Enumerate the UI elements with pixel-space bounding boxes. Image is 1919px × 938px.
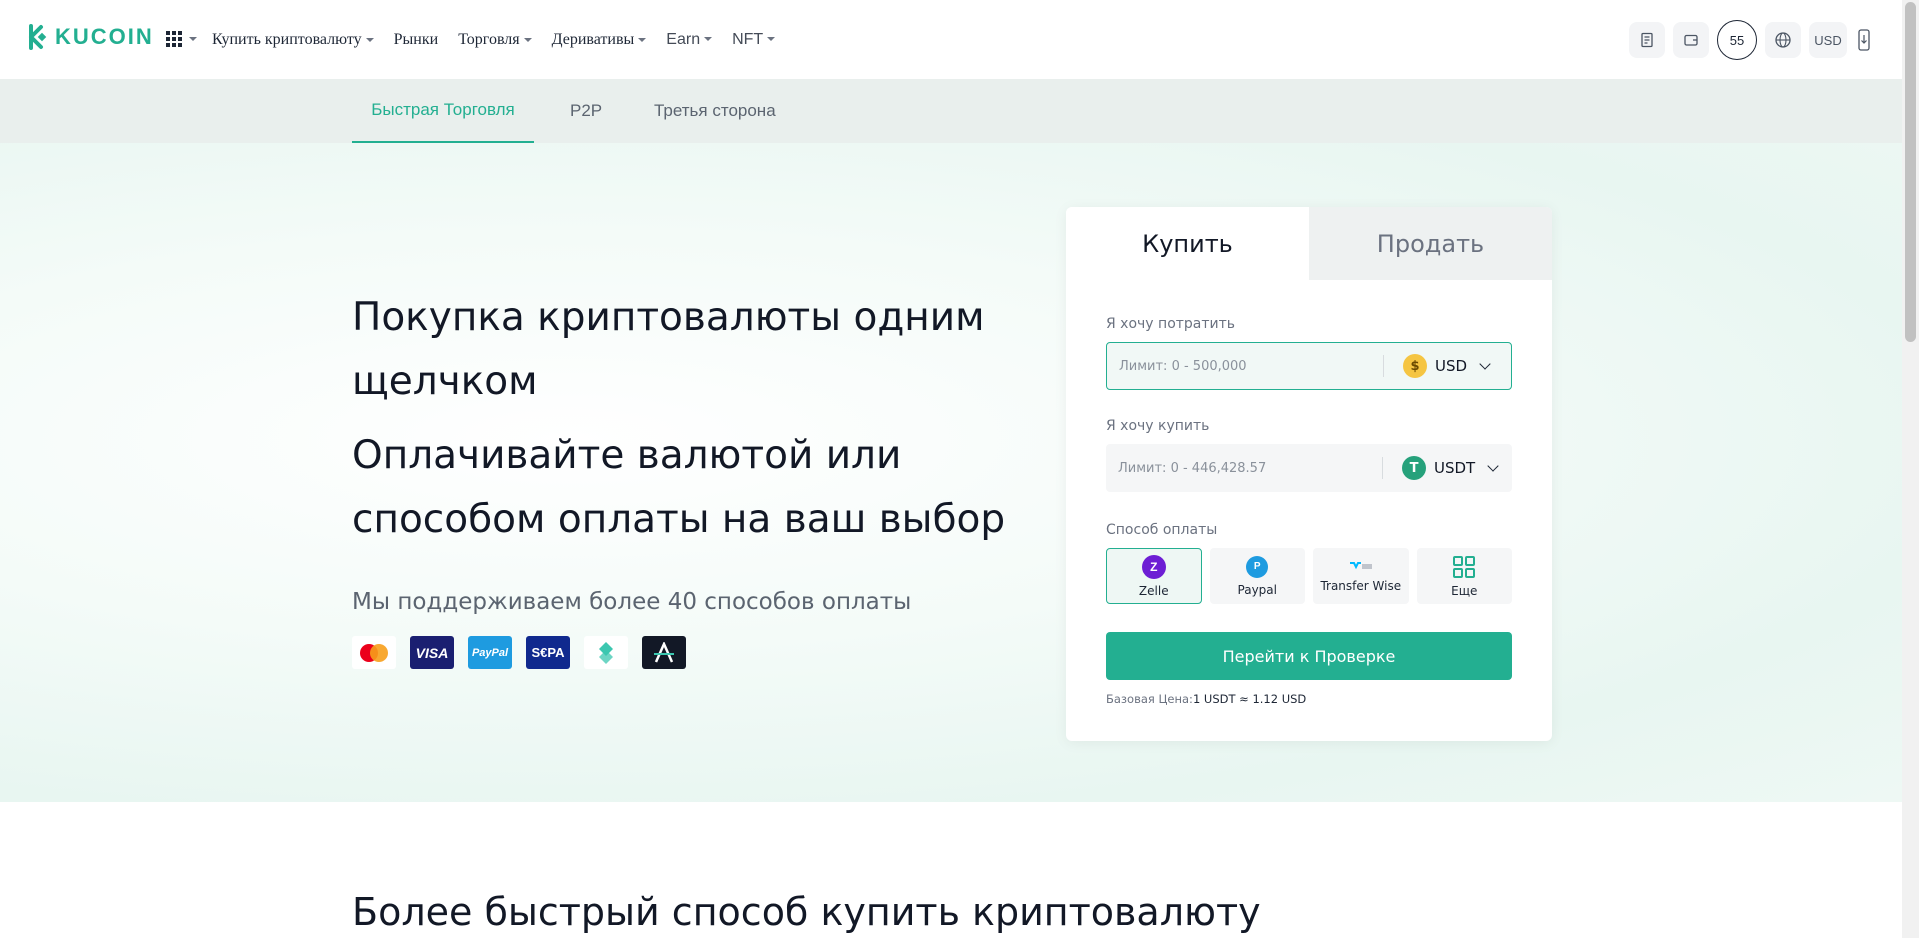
menu-earn[interactable]: Earn (666, 30, 713, 49)
menu-earn-label: Earn (666, 30, 701, 48)
grid-icon (166, 31, 182, 47)
payment-method-label: Еще (1451, 583, 1478, 598)
paypal-icon: P (1246, 555, 1269, 578)
tab-third-party[interactable]: Третья сторона (654, 79, 776, 143)
currency-button[interactable]: USD (1809, 22, 1847, 58)
payment-method-paypal[interactable]: P Paypal (1209, 548, 1306, 604)
notifications-badge[interactable]: 55 (1717, 20, 1757, 60)
section-title: Более быстрый способ купить криптовалюту (352, 890, 1261, 934)
payment-logos: VISA PayPal S€PA (352, 636, 686, 669)
document-icon (1641, 32, 1653, 48)
spend-amount-input[interactable] (1119, 358, 1379, 374)
field-divider (1383, 355, 1384, 377)
payment-methods: Z Zelle P Paypal Transfer Wise Еще (1106, 548, 1513, 604)
spend-currency-select[interactable]: $ USD (1403, 354, 1491, 378)
menu-derivatives-label: Деривативы (551, 30, 635, 48)
download-app-button[interactable] (1855, 22, 1873, 58)
menu-nft[interactable]: NFT (732, 30, 776, 49)
trade-form: Я хочу потратить $ USD Я хочу купить T U… (1106, 280, 1513, 706)
payment-method-transferwise[interactable]: Transfer Wise (1313, 548, 1409, 604)
base-price: Базовая Цена:1 USDT ≈ 1.12 USD (1106, 692, 1512, 706)
main-menu: Купить криптовалюту Рынки Торговля Дерив… (212, 0, 795, 79)
caret-down-icon (189, 37, 197, 41)
menu-markets[interactable]: Рынки (394, 31, 439, 49)
page-scrollbar[interactable] (1902, 0, 1919, 938)
support-suffix: способов оплаты (696, 589, 912, 615)
orders-button[interactable] (1629, 22, 1665, 58)
globe-icon (1775, 32, 1791, 48)
bitpay-icon (584, 636, 628, 669)
chevron-down-icon (1487, 460, 1499, 472)
tab-p2p[interactable]: P2P (570, 79, 602, 143)
proceed-to-checkout-button[interactable]: Перейти к Проверке (1106, 632, 1512, 680)
field-divider (1382, 457, 1383, 479)
wise-icon (1349, 561, 1372, 569)
kucoin-logo-icon (29, 24, 47, 50)
chevron-down-icon (1479, 358, 1491, 370)
kucoin-logo[interactable]: KUCOIN (23, 24, 154, 50)
tab-buy[interactable]: Купить (1066, 207, 1309, 280)
usd-coin-icon: $ (1403, 354, 1427, 378)
support-prefix: Мы поддерживаем более (352, 589, 668, 615)
advcash-icon (642, 636, 686, 669)
payment-method-label: Paypal (1237, 582, 1277, 597)
wallet-icon (1684, 34, 1698, 46)
spend-field: $ USD (1106, 342, 1512, 390)
tab-quick-trade[interactable]: Быстрая Торговля (352, 79, 534, 143)
support-count: 40 (667, 589, 697, 615)
caret-down-icon (365, 37, 374, 42)
sepa-icon: S€PA (526, 636, 570, 669)
caret-down-icon (638, 37, 647, 42)
menu-trade[interactable]: Торговля (458, 30, 532, 49)
menu-derivatives[interactable]: Деривативы (552, 31, 647, 49)
mastercard-icon (352, 636, 396, 669)
payment-method-more[interactable]: Еще (1416, 548, 1513, 604)
nav-right-actions: 55 USD (1629, 20, 1873, 60)
spend-label: Я хочу потратить (1106, 316, 1236, 332)
menu-buy-crypto-label: Купить криптовалюту (212, 30, 362, 48)
receive-label: Я хочу купить (1106, 418, 1210, 434)
base-price-label: Базовая Цена: (1106, 692, 1193, 706)
scrollbar-thumb[interactable] (1905, 2, 1916, 342)
menu-nft-label: NFT (732, 30, 764, 48)
caret-down-icon (767, 37, 776, 42)
payment-method-label: Способ оплаты (1106, 522, 1218, 538)
tab-sell[interactable]: Продать (1309, 207, 1552, 280)
download-icon (1858, 29, 1870, 51)
buy-sell-tabs: Купить Продать (1066, 207, 1552, 280)
visa-icon: VISA (410, 636, 454, 669)
spend-currency-label: USD (1435, 357, 1468, 375)
paypal-icon: PayPal (468, 636, 512, 669)
hero-section: Покупка криптовалюты одним щелчком Оплач… (0, 143, 1902, 802)
zelle-icon: Z (1141, 554, 1166, 579)
menu-trade-label: Торговля (458, 30, 520, 48)
hero-subtitle: Оплачивайте валютой или способом оплаты … (352, 433, 1006, 542)
receive-currency-select[interactable]: T USDT (1402, 456, 1499, 480)
payment-support-text: Мы поддерживаем более 40 способов оплаты (352, 589, 911, 615)
language-button[interactable] (1765, 22, 1801, 58)
caret-down-icon (704, 37, 713, 42)
base-price-value: 1 USDT ≈ 1.12 USD (1192, 692, 1307, 706)
grid-icon (1453, 555, 1476, 578)
wallet-button[interactable] (1673, 22, 1709, 58)
menu-markets-label: Рынки (393, 30, 439, 48)
apps-menu-button[interactable] (166, 31, 197, 47)
sub-navigation: Быстрая Торговля P2P Третья сторона (0, 79, 1902, 143)
brand-name: KUCOIN (55, 24, 154, 49)
top-navigation: KUCOIN Купить криптовалюту Рынки Торговл… (0, 0, 1919, 79)
receive-amount-input[interactable] (1118, 460, 1378, 476)
tether-coin-icon: T (1402, 456, 1426, 480)
quick-trade-card: Купить Продать Я хочу потратить $ USD Я … (1066, 207, 1552, 741)
caret-down-icon (523, 37, 532, 42)
payment-method-label: Zelle (1138, 583, 1169, 598)
payment-method-label: Transfer Wise (1320, 578, 1402, 593)
payment-method-zelle[interactable]: Z Zelle (1106, 548, 1202, 604)
hero-title: Покупка криптовалюты одним щелчком (352, 295, 985, 404)
receive-currency-label: USDT (1434, 459, 1476, 477)
menu-buy-crypto[interactable]: Купить криптовалюту (212, 31, 374, 49)
receive-field: T USDT (1106, 444, 1512, 492)
